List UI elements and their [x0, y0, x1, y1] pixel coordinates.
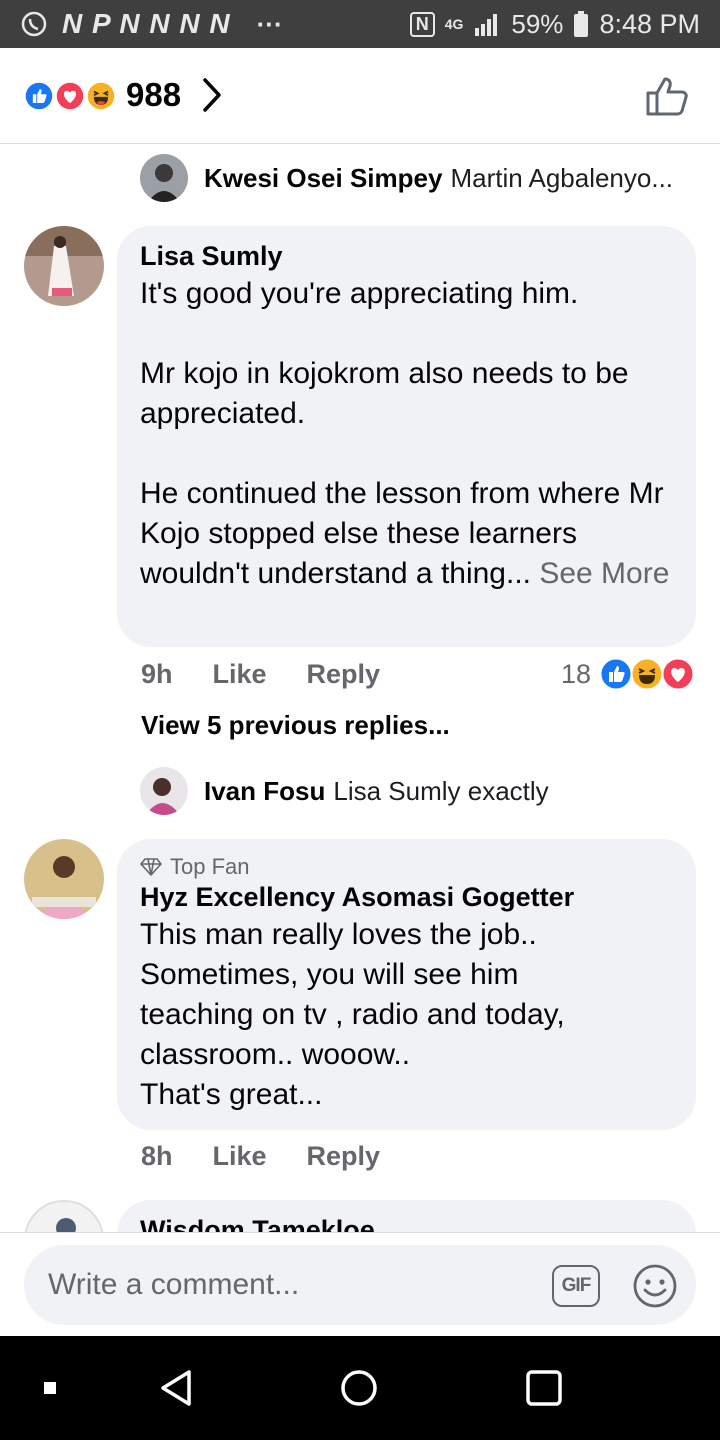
like-reaction-icon — [22, 79, 56, 113]
top-fan-badge: Top Fan — [140, 853, 672, 881]
reply-text: Lisa Sumly exactly — [333, 775, 549, 806]
reaction-summary-bar[interactable]: 988 — [0, 48, 720, 144]
like-comment-button[interactable]: Like — [213, 659, 267, 690]
battery-icon — [574, 11, 589, 37]
like-reaction-icon — [599, 657, 633, 691]
haha-reaction-icon — [84, 79, 118, 113]
top-fan-label: Top Fan — [170, 854, 250, 879]
avatar[interactable] — [140, 154, 188, 202]
view-previous-replies-link[interactable]: View 5 previous replies... — [141, 710, 450, 741]
comment-bubble[interactable]: Top Fan Hyz Excellency Asomasi Gogetter … — [117, 839, 696, 1130]
chevron-right-icon[interactable] — [200, 76, 224, 114]
overview-icon[interactable] — [526, 1370, 562, 1406]
see-more-link[interactable]: See More — [539, 557, 669, 590]
comment-line: That's great... — [140, 1078, 323, 1111]
comment-line: This man really loves the job.. — [140, 918, 537, 951]
gif-button[interactable]: GIF — [552, 1265, 600, 1307]
love-reaction-icon — [53, 79, 87, 113]
comment-author[interactable]: Hyz Excellency Asomasi Gogetter — [140, 881, 672, 913]
reply-text: Martin Agbalenyo... — [450, 162, 674, 193]
haha-reaction-icon — [630, 657, 664, 691]
whatsapp-icon — [21, 11, 47, 37]
comments-sheet: 988 Kwesi Osei Simpey Martin Agbalenyo..… — [0, 48, 720, 1336]
comment-composer: GIF — [0, 1232, 720, 1336]
diamond-icon — [140, 858, 162, 876]
home-icon[interactable] — [340, 1369, 378, 1407]
more-notifications-icon: ··· — [256, 8, 283, 39]
comment-paragraph: It's good you're appreciating him. — [140, 277, 579, 310]
comment-line: Sometimes, you will see him — [140, 958, 519, 991]
avatar[interactable] — [140, 767, 188, 815]
emoji-button[interactable] — [632, 1263, 678, 1309]
avatar[interactable] — [24, 226, 104, 306]
system-nav-bar — [0, 1336, 720, 1440]
nfc-icon: N — [409, 11, 435, 37]
reply-author[interactable]: Kwesi Osei Simpey — [204, 163, 442, 194]
comment-time: 9h — [141, 659, 173, 689]
clock: 8:48 PM — [599, 8, 700, 39]
comment-paragraph: Mr kojo in kojokrom also needs to be app… — [140, 357, 629, 430]
reply-comment-button[interactable]: Reply — [307, 659, 381, 690]
comment-actions: 8h Like Reply — [141, 1141, 380, 1172]
status-bar: N P N N N N ··· N 4G 59% 8:48 PM — [0, 0, 720, 48]
reply-author[interactable]: Ivan Fosu — [204, 776, 325, 807]
comment-line: teaching on tv , radio and today, — [140, 998, 565, 1031]
avatar[interactable] — [24, 839, 104, 919]
comment-reaction-count: 18 — [561, 658, 592, 689]
signal-icon — [475, 14, 498, 36]
reply-comment-button[interactable]: Reply — [307, 1141, 381, 1172]
comment-author[interactable]: Lisa Sumly — [140, 240, 672, 272]
reply-row[interactable]: Ivan Fosu Lisa Sumly exactly — [140, 767, 549, 815]
reaction-count: 988 — [126, 76, 182, 113]
comment-text: It's good you're appreciating him. Mr ko… — [140, 274, 672, 594]
network-icon: 4G — [444, 16, 464, 32]
comment-reactions[interactable]: 18 — [561, 657, 695, 691]
status-notifications: N P N N N N ··· — [20, 8, 283, 40]
comment-actions: 9h Like Reply — [141, 659, 380, 690]
comment-paragraph: He continued the lesson from where Mr Ko… — [140, 474, 672, 594]
comment-time: 8h — [141, 1141, 173, 1171]
like-comment-button[interactable]: Like — [213, 1141, 267, 1172]
notification-letters: N P N N N N — [62, 8, 231, 39]
like-post-button[interactable] — [645, 75, 691, 117]
back-icon[interactable] — [158, 1368, 194, 1408]
love-reaction-icon — [661, 657, 695, 691]
battery-percent: 59% — [511, 8, 564, 39]
comment-line: classroom.. wooow.. — [140, 1038, 411, 1071]
reply-row[interactable]: Kwesi Osei Simpey Martin Agbalenyo... — [140, 154, 673, 202]
recents-dot-icon[interactable] — [44, 1382, 56, 1394]
comment-text: This man really loves the job.. Sometime… — [140, 915, 672, 1115]
comment-bubble[interactable]: Lisa Sumly It's good you're appreciating… — [117, 226, 696, 647]
